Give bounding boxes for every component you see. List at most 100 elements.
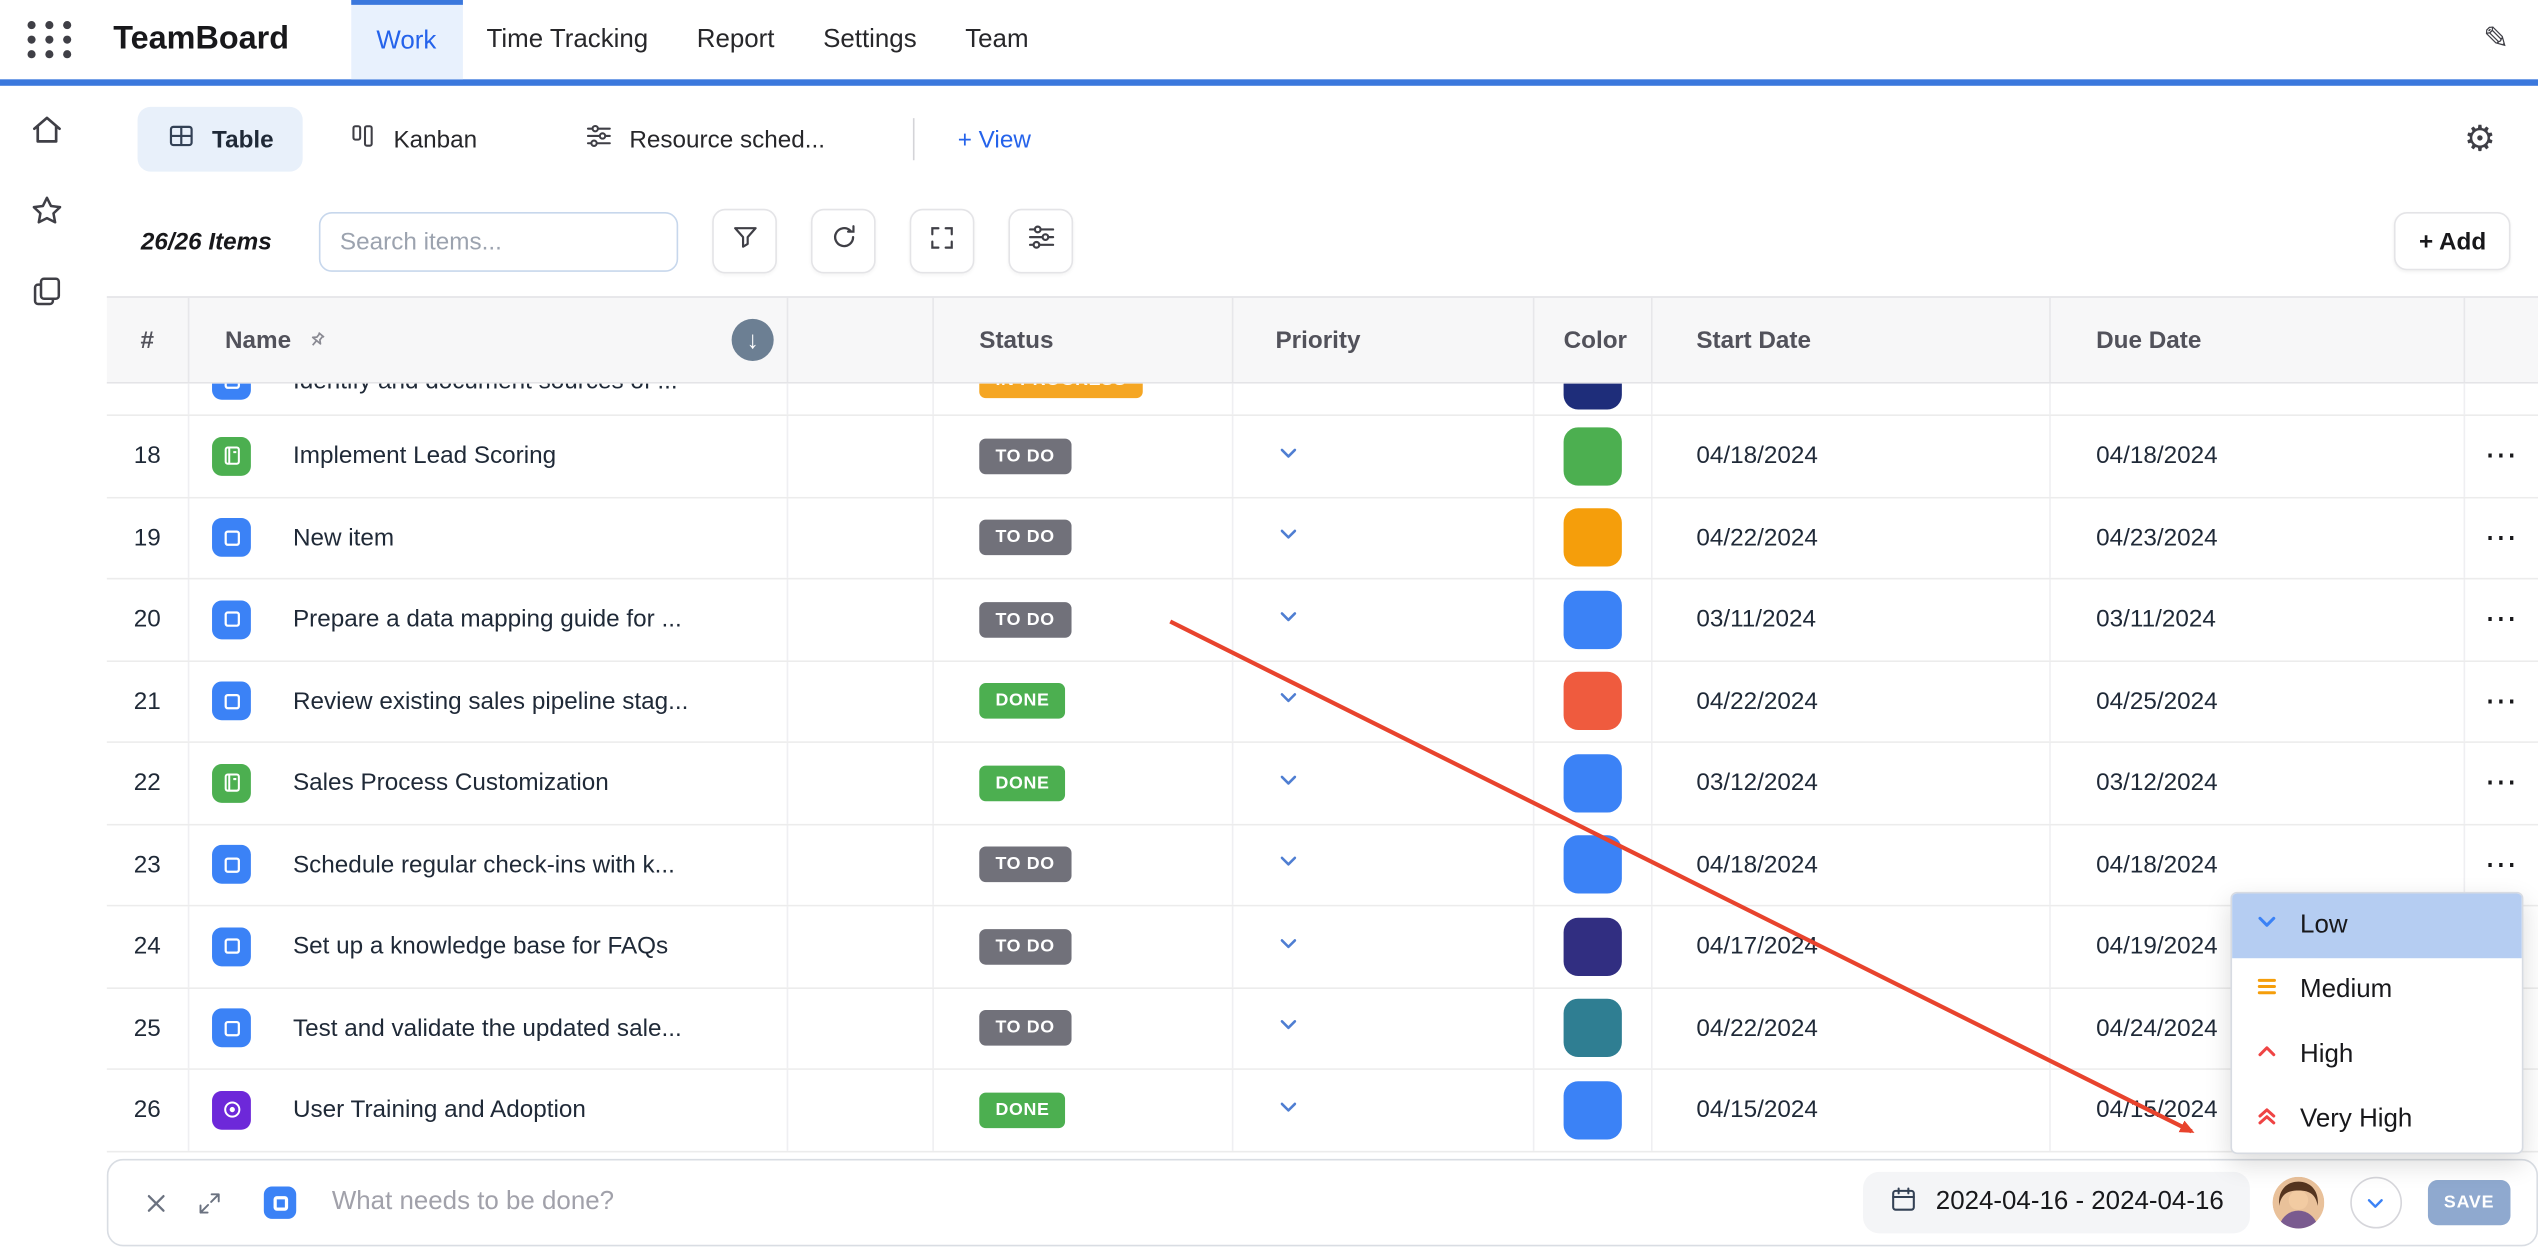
fullscreen-button[interactable]: [910, 209, 975, 274]
chevron-down-icon[interactable]: [1275, 849, 1301, 881]
status-badge[interactable]: TO DO: [979, 1010, 1071, 1046]
nav-tab-time-tracking[interactable]: Time Tracking: [462, 0, 672, 79]
start-date[interactable]: 04/18/2024: [1653, 825, 2051, 905]
due-date[interactable]: 03/12/2024: [2051, 743, 2465, 823]
add-item-button[interactable]: + Add: [2395, 212, 2511, 270]
pin-icon[interactable]: [304, 328, 328, 352]
column-header-num[interactable]: #: [107, 298, 190, 382]
start-date[interactable]: 03/12/2024: [1653, 743, 2051, 823]
status-badge[interactable]: DONE: [979, 1092, 1065, 1128]
due-date[interactable]: 03/11/2024: [2051, 579, 2465, 659]
priority-option-very-high[interactable]: Very High: [2232, 1088, 2522, 1153]
column-header-color[interactable]: Color: [1534, 298, 1652, 382]
avatar[interactable]: [2272, 1177, 2324, 1229]
new-item-input[interactable]: [332, 1188, 1863, 1217]
color-swatch[interactable]: [1564, 999, 1622, 1057]
color-swatch[interactable]: [1564, 509, 1622, 567]
item-name[interactable]: New item: [293, 524, 394, 552]
save-button[interactable]: SAVE: [2428, 1180, 2511, 1225]
chevron-down-icon[interactable]: [1275, 767, 1301, 799]
status-badge[interactable]: DONE: [979, 765, 1065, 801]
item-name[interactable]: Set up a knowledge base for FAQs: [293, 933, 668, 961]
star-icon[interactable]: [28, 193, 64, 229]
column-header-due-date[interactable]: Due Date: [2051, 298, 2465, 382]
search-input[interactable]: [319, 211, 678, 271]
color-swatch[interactable]: [1564, 590, 1622, 648]
status-badge[interactable]: DONE: [979, 683, 1065, 719]
item-name[interactable]: Prepare a data mapping guide for ...: [293, 606, 682, 634]
add-view-button[interactable]: + View: [958, 125, 1031, 153]
nav-tab-settings[interactable]: Settings: [799, 0, 941, 79]
item-name[interactable]: Implement Lead Scoring: [293, 442, 556, 470]
start-date[interactable]: 04/22/2024: [1653, 498, 2051, 578]
start-date[interactable]: 04/18/2024: [1653, 416, 2051, 496]
item-name[interactable]: Identify and document sources of ...: [293, 384, 678, 395]
row-actions-button[interactable]: ⋯: [2465, 498, 2538, 578]
priority-option-low[interactable]: Low: [2232, 893, 2522, 958]
view-tab-resource-scheduler[interactable]: Resource sched...: [584, 121, 825, 157]
start-date[interactable]: 04/22/2024: [1653, 988, 2051, 1068]
row-actions-button[interactable]: ⋯: [2465, 743, 2538, 823]
color-swatch[interactable]: [1564, 672, 1622, 730]
start-date[interactable]: 04/15/2024: [1653, 1070, 2051, 1150]
due-date[interactable]: 04/23/2024: [2051, 498, 2465, 578]
color-swatch[interactable]: [1564, 754, 1622, 812]
status-badge[interactable]: TO DO: [979, 438, 1071, 474]
chevron-down-icon[interactable]: [1275, 930, 1301, 962]
color-swatch[interactable]: [1564, 384, 1622, 410]
sort-desc-indicator[interactable]: ↓: [732, 319, 774, 361]
refresh-button[interactable]: [811, 209, 876, 274]
settings-button[interactable]: [1008, 209, 1073, 274]
nav-tab-report[interactable]: Report: [672, 0, 798, 79]
item-name[interactable]: Review existing sales pipeline stag...: [293, 688, 688, 716]
chevron-down-icon[interactable]: [1275, 685, 1301, 717]
view-tab-kanban[interactable]: Kanban: [348, 121, 477, 157]
status-badge[interactable]: TO DO: [979, 929, 1071, 965]
color-swatch[interactable]: [1564, 917, 1622, 975]
priority-option-high[interactable]: High: [2232, 1023, 2522, 1088]
column-header-priority[interactable]: Priority: [1233, 298, 1534, 382]
view-tab-table[interactable]: Table: [138, 107, 303, 172]
color-swatch[interactable]: [1564, 427, 1622, 485]
nav-tab-team[interactable]: Team: [941, 0, 1053, 79]
copy-icon[interactable]: [28, 274, 64, 310]
status-badge[interactable]: TO DO: [979, 847, 1071, 883]
nav-tab-work[interactable]: Work: [351, 0, 463, 79]
item-name[interactable]: User Training and Adoption: [293, 1096, 586, 1124]
chevron-down-icon[interactable]: [1275, 1012, 1301, 1044]
row-actions-button[interactable]: ⋯: [2465, 416, 2538, 496]
priority-option-medium[interactable]: Medium: [2232, 958, 2522, 1023]
app-launcher-icon[interactable]: [28, 21, 75, 58]
row-actions-button[interactable]: ⋯: [2465, 384, 2538, 416]
column-header-status[interactable]: Status: [934, 298, 1233, 382]
start-date[interactable]: 04/17/2024: [1653, 906, 2051, 986]
item-name[interactable]: Sales Process Customization: [293, 769, 609, 797]
chevron-down-icon[interactable]: [1275, 603, 1301, 635]
item-name[interactable]: Schedule regular check-ins with k...: [293, 851, 675, 879]
pencil-icon[interactable]: ✎: [2483, 21, 2509, 58]
item-name[interactable]: Test and validate the updated sale...: [293, 1014, 682, 1042]
filter-button[interactable]: [712, 209, 777, 274]
due-date[interactable]: [2051, 384, 2465, 416]
start-date[interactable]: 04/22/2024: [1653, 661, 2051, 741]
chevron-down-button[interactable]: [2350, 1177, 2402, 1229]
color-swatch[interactable]: [1564, 836, 1622, 894]
start-date[interactable]: 03/11/2024: [1653, 579, 2051, 659]
color-swatch[interactable]: [1564, 1081, 1622, 1139]
date-range-picker[interactable]: 2024-04-16 - 2024-04-16: [1863, 1172, 2250, 1234]
expand-icon[interactable]: [197, 1190, 221, 1214]
chevron-down-icon[interactable]: [1275, 1094, 1301, 1126]
status-badge[interactable]: TO DO: [979, 602, 1071, 638]
chevron-down-icon[interactable]: [1275, 384, 1301, 397]
chevron-down-icon[interactable]: [1275, 522, 1301, 554]
status-badge[interactable]: TO DO: [979, 520, 1071, 556]
close-icon[interactable]: [144, 1190, 168, 1214]
start-date[interactable]: [1653, 384, 2051, 416]
row-actions-button[interactable]: ⋯: [2465, 579, 2538, 659]
row-actions-button[interactable]: ⋯: [2465, 661, 2538, 741]
gear-icon[interactable]: ⚙: [2464, 121, 2496, 157]
due-date[interactable]: 04/25/2024: [2051, 661, 2465, 741]
column-header-start-date[interactable]: Start Date: [1653, 298, 2051, 382]
chevron-down-icon[interactable]: [1275, 440, 1301, 472]
status-badge[interactable]: IN PROGRESS: [979, 384, 1142, 399]
